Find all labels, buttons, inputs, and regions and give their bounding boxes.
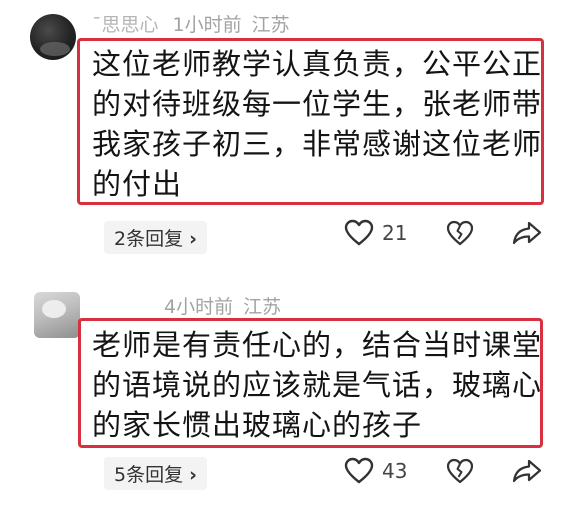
heart-outline-icon [344,457,374,484]
view-replies-button[interactable]: 2条回复 › [104,221,207,254]
comment-time: 1小时前 [172,14,242,36]
share-arrow-icon [512,459,542,483]
dislike-button[interactable] [446,458,474,484]
broken-heart-icon [446,220,474,246]
chevron-right-icon: › [189,228,197,250]
comment-meta: ¯思思心 1小时前 江苏 [92,10,290,37]
avatar[interactable] [30,14,76,60]
comment-text: 这位老师教学认真负责，公平公正 的对待班级每一位学生，张老师带 我家孩子初三，非… [92,47,543,201]
comment-item: 4小时前 江苏 老师是有责任心的，结合当时课堂 的语境说的应该就是气话，玻璃心 的… [0,270,576,529]
like-button[interactable]: 21 [344,219,407,247]
share-arrow-icon [512,221,542,245]
heart-outline-icon [344,219,374,246]
comment-location: 江苏 [243,296,282,318]
avatar[interactable] [34,292,80,338]
share-button[interactable] [512,220,542,246]
like-count: 21 [382,221,408,245]
like-count: 43 [382,459,408,483]
username[interactable]: ¯思思心 [92,14,159,36]
view-replies-button[interactable]: 5条回复 › [104,457,207,490]
replies-label: 5条回复 [114,464,184,486]
like-button[interactable]: 43 [344,457,407,485]
dislike-button[interactable] [446,220,474,246]
broken-heart-icon [446,458,474,484]
comment-text: 老师是有责任心的，结合当时课堂 的语境说的应该就是气话，玻璃心 的家长惯出玻璃心… [92,328,543,442]
replies-label: 2条回复 [114,228,184,250]
comment-meta: 4小时前 江苏 [164,292,281,319]
comment-item: ¯思思心 1小时前 江苏 这位老师教学认真负责，公平公正 的对待班级每一位学生，张老… [0,0,576,260]
comment-location: 江苏 [251,14,290,36]
comment-time: 4小时前 [164,296,234,318]
chevron-right-icon: › [189,464,197,486]
share-button[interactable] [512,458,542,484]
